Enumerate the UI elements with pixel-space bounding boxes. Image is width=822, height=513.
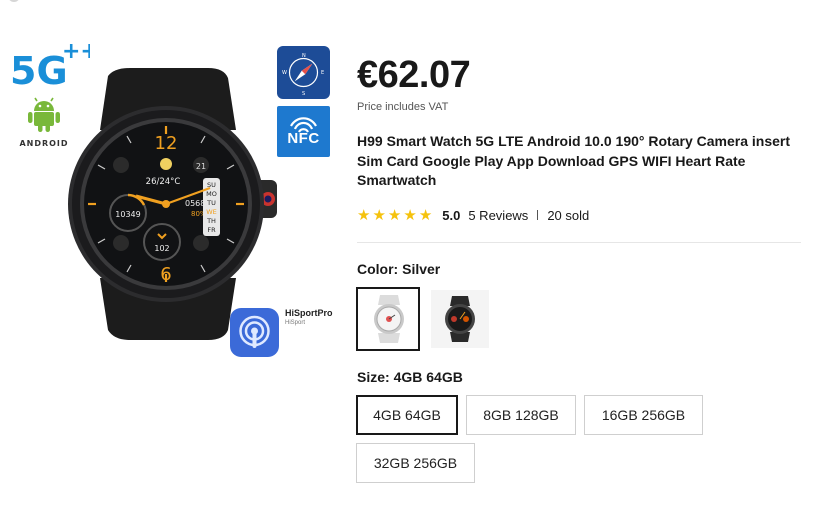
watch-numeral-12: 12 [155, 133, 178, 154]
svg-text:S: S [302, 91, 305, 97]
hisport-app-name: HiSportPro [285, 308, 333, 318]
watch-day-tu: TU [206, 199, 216, 207]
product-price: €62.07 [357, 54, 471, 96]
silver-watch-thumbnail [358, 289, 418, 349]
watch-calories: 0568 [185, 199, 205, 208]
black-watch-thumbnail [431, 290, 489, 348]
watch-day-fr: FR [207, 226, 216, 234]
watch-day-we: WE [206, 208, 217, 216]
size-label: Size: 4GB 64GB [357, 369, 463, 385]
svg-text:N: N [302, 53, 306, 59]
android-icon [28, 97, 60, 132]
watch-numeral-6: 6 [160, 264, 171, 285]
watch-day-mo: MO [206, 190, 217, 198]
color-swatch-black[interactable] [430, 289, 490, 349]
watch-heart: 102 [154, 244, 169, 253]
star-icon: ★ [403, 206, 417, 224]
svg-text:W: W [282, 70, 287, 76]
compass-badge: N S W E [277, 46, 330, 99]
5g-text: 5G [10, 49, 68, 92]
5g-plus-text: ++ [62, 40, 90, 64]
size-option-8gb-128gb[interactable]: 8GB 128GB [466, 395, 576, 435]
rating-separator [537, 210, 539, 220]
sold-count: 20 sold [547, 207, 590, 223]
hisport-app-text: HiSportPro HiSport [285, 308, 333, 326]
size-option-16gb-256gb[interactable]: 16GB 256GB [584, 395, 703, 435]
star-icon: ★ [372, 206, 386, 224]
app-signal-icon [239, 315, 270, 348]
svg-text:E: E [321, 70, 324, 76]
compass-icon: N S W E [282, 53, 324, 97]
color-label: Color: Silver [357, 261, 441, 277]
rating-row: ★ ★ ★ ★ ★ 5.0 5 Reviews 20 sold [357, 206, 589, 224]
section-divider [357, 242, 801, 243]
watch-weather: 26/24°C [146, 177, 181, 187]
hisport-app-subtitle: HiSport [285, 320, 306, 326]
watch-sub-21: 21 [196, 162, 206, 171]
nfc-label: NFC [287, 130, 320, 147]
star-icon: ★ [418, 206, 433, 224]
nfc-badge: NFC [277, 106, 330, 157]
color-swatch-silver[interactable] [356, 287, 420, 351]
watch-steps: 10349 [115, 210, 140, 219]
product-image[interactable]: 5G ++ ANDROID N S W E NFC 12 6 21 26/24°… [0, 0, 345, 513]
thumbnail-edge [9, 0, 19, 2]
rating-score: 5.0 [442, 207, 461, 223]
price-vat-note: Price includes VAT [357, 101, 449, 113]
product-title: H99 Smart Watch 5G LTE Android 10.0 190°… [357, 133, 790, 188]
hisport-app-icon [230, 308, 279, 357]
star-icon: ★ [387, 206, 402, 224]
smartwatch-image: 12 6 9 3 21 26/24°C 10349 102 0568 80% S… [68, 68, 277, 340]
reviews-link[interactable]: 5 Reviews [468, 208, 528, 223]
watch-day-th: TH [206, 217, 216, 225]
size-option-4gb-64gb[interactable]: 4GB 64GB [356, 395, 458, 435]
rating-stars: ★ ★ ★ ★ ★ [357, 208, 432, 223]
star-icon: ★ [357, 206, 371, 224]
size-option-32gb-256gb[interactable]: 32GB 256GB [356, 443, 475, 483]
